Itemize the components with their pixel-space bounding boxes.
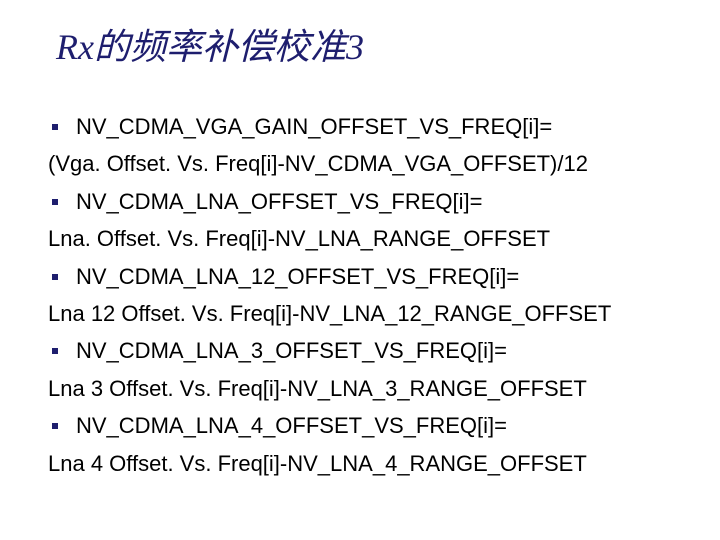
- bullet-icon: [52, 274, 58, 280]
- slide-container: Rx的频率补偿校准3 NV_CDMA_VGA_GAIN_OFFSET_VS_FR…: [0, 0, 720, 540]
- item-head: NV_CDMA_VGA_GAIN_OFFSET_VS_FREQ[i]=: [76, 108, 552, 145]
- item-head: NV_CDMA_LNA_OFFSET_VS_FREQ[i]=: [76, 183, 483, 220]
- item-head: NV_CDMA_LNA_3_OFFSET_VS_FREQ[i]=: [76, 332, 507, 369]
- item-wrap: Lna 3 Offset. Vs. Freq[i]-NV_LNA_3_RANGE…: [48, 370, 688, 407]
- list-item: NV_CDMA_LNA_4_OFFSET_VS_FREQ[i]=: [48, 407, 688, 444]
- bullet-icon: [52, 348, 58, 354]
- slide-title: Rx的频率补偿校准3: [56, 18, 688, 70]
- item-wrap: (Vga. Offset. Vs. Freq[i]-NV_CDMA_VGA_OF…: [48, 145, 688, 182]
- bullet-icon: [52, 199, 58, 205]
- slide-body: NV_CDMA_VGA_GAIN_OFFSET_VS_FREQ[i]= (Vga…: [48, 108, 688, 482]
- item-head: NV_CDMA_LNA_12_OFFSET_VS_FREQ[i]=: [76, 258, 519, 295]
- list-item: NV_CDMA_LNA_12_OFFSET_VS_FREQ[i]=: [48, 258, 688, 295]
- list-item: NV_CDMA_LNA_OFFSET_VS_FREQ[i]=: [48, 183, 688, 220]
- list-item: NV_CDMA_VGA_GAIN_OFFSET_VS_FREQ[i]=: [48, 108, 688, 145]
- bullet-icon: [52, 124, 58, 130]
- item-wrap: Lna. Offset. Vs. Freq[i]-NV_LNA_RANGE_OF…: [48, 220, 688, 257]
- item-wrap: Lna 12 Offset. Vs. Freq[i]-NV_LNA_12_RAN…: [48, 295, 688, 332]
- bullet-icon: [52, 423, 58, 429]
- list-item: NV_CDMA_LNA_3_OFFSET_VS_FREQ[i]=: [48, 332, 688, 369]
- item-head: NV_CDMA_LNA_4_OFFSET_VS_FREQ[i]=: [76, 407, 507, 444]
- item-wrap: Lna 4 Offset. Vs. Freq[i]-NV_LNA_4_RANGE…: [48, 445, 688, 482]
